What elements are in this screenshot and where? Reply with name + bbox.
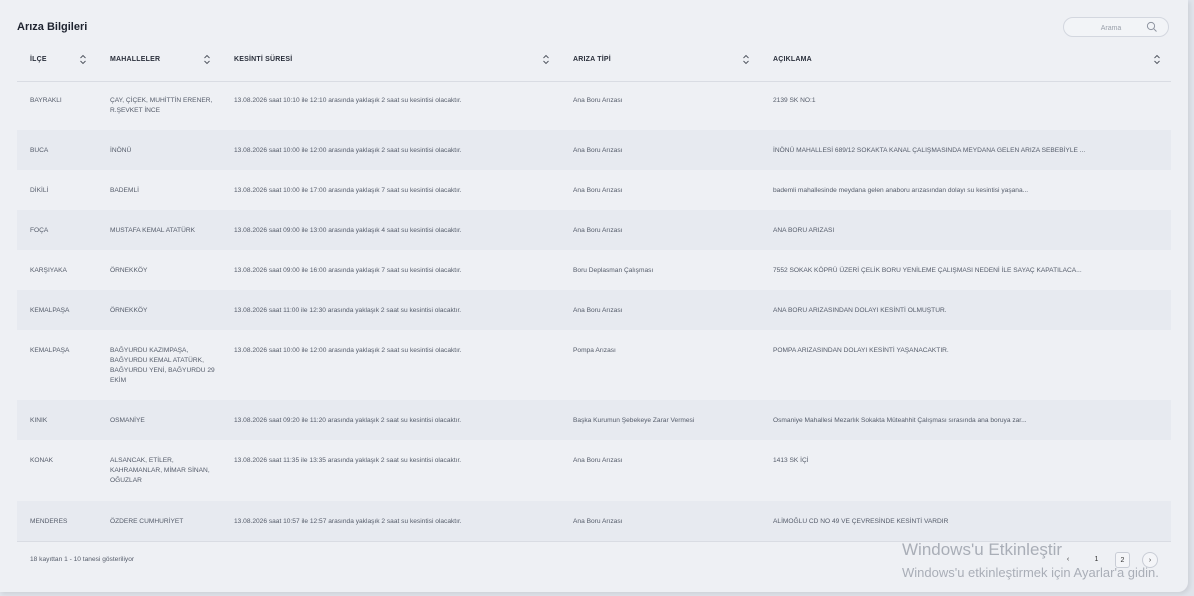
cell-ilce: KEMALPAŞA [30,307,70,314]
column-header-ariza-tipi[interactable]: ARIZA TİPİ [573,56,611,63]
cell-mahalleler: ALSANCAK, ETİLER, KAHRAMANLAR, MİMAR SİN… [110,457,210,484]
column-header-mahalleler[interactable]: MAHALLELER [110,56,160,63]
table-row[interactable]: FOÇA MUSTAFA KEMAL ATATÜRK 13.08.2026 sa… [17,210,1171,250]
activation-watermark-text: Windows'u etkinleştirmek için Ayarlar'a … [902,565,1159,580]
cell-ilce: KONAK [30,457,54,464]
table-row[interactable]: MENDERES ÖZDERE CUMHURİYET 13.08.2026 sa… [17,501,1171,542]
cell-aciklama: İNÖNÜ MAHALLESİ 689/12 SOKAKTA KANAL ÇAL… [773,147,1086,154]
cell-ariza-tipi: Pompa Arızası [573,347,616,354]
cell-kesinti-suresi: 13.08.2026 saat 10:10 ile 12:10 arasında… [234,97,462,104]
sort-icon[interactable] [203,54,211,65]
cell-mahalleler: BAĞYURDU KAZIMPAŞA, BAĞYURDU KEMAL ATATÜ… [110,347,215,384]
cell-aciklama: 2139 SK NO:1 [773,97,816,104]
cell-kesinti-suresi: 13.08.2026 saat 11:35 ile 13:35 arasında… [234,457,462,464]
cell-ilce: DİKİLİ [30,187,49,194]
cell-ilce: FOÇA [30,227,49,234]
cell-ilce: KEMALPAŞA [30,347,70,354]
activation-watermark-title: Windows'u Etkinleştir [902,540,1063,559]
cell-ariza-tipi: Ana Boru Arızası [573,307,623,314]
cell-kesinti-suresi: 13.08.2026 saat 10:00 ile 12:00 arasında… [234,147,462,154]
sort-icon[interactable] [742,54,750,65]
cell-kesinti-suresi: 13.08.2026 saat 09:00 ile 16:00 arasında… [234,267,462,274]
cell-aciklama: 1413 SK İÇİ [773,457,809,464]
table-row[interactable]: KEMALPAŞA ÖRNEKKÖY 13.08.2026 saat 11:00… [17,290,1171,330]
search-box[interactable] [1063,17,1169,37]
cell-mahalleler: ÇAY, ÇİÇEK, MUHİTTİN ERENER, R.ŞEVKET İN… [110,97,213,114]
sort-icon[interactable] [542,54,550,65]
cell-mahalleler: İNÖNÜ [110,147,132,154]
table-row[interactable]: KINIK OSMANİYE 13.08.2026 saat 09:20 ile… [17,400,1171,440]
cell-kesinti-suresi: 13.08.2026 saat 10:57 ile 12:57 arasında… [234,518,462,525]
cell-ariza-tipi: Başka Kurumun Şebekeye Zarar Vermesi [573,417,695,424]
cell-ilce: BUCA [30,147,49,154]
pagination-summary: 18 kayıttan 1 - 10 tanesi gösteriliyor [30,556,135,563]
cell-mahalleler: ÖRNEKKÖY [110,307,148,314]
cell-ariza-tipi: Ana Boru Arızası [573,457,623,464]
column-header-ilce[interactable]: İLÇE [30,56,47,63]
cell-aciklama: ANA BORU ARIZASI [773,227,835,234]
cell-aciklama: ALİMOĞLU CD NO 49 VE ÇEVRESİNDE KESİNTİ … [773,518,949,525]
search-input[interactable] [1074,21,1148,35]
cell-mahalleler: ÖZDERE CUMHURİYET [110,518,184,525]
table-row[interactable]: DİKİLİ BADEMLİ 13.08.2026 saat 10:00 ile… [17,170,1171,210]
fault-info-panel: Arıza Bilgileri İLÇE MAHALLELER KESİNTİ … [0,0,1188,592]
cell-aciklama: ANA BORU ARIZASINDAN DOLAYI KESİNTİ OLMU… [773,307,947,314]
table-row[interactable]: KEMALPAŞA BAĞYURDU KAZIMPAŞA, BAĞYURDU K… [17,330,1171,400]
table-header: İLÇE MAHALLELER KESİNTİ SÜRESİ ARIZA TİP… [17,48,1171,82]
table-row[interactable]: KONAK ALSANCAK, ETİLER, KAHRAMANLAR, MİM… [17,440,1171,501]
cell-kesinti-suresi: 13.08.2026 saat 10:00 ile 17:00 arasında… [234,187,462,194]
cell-mahalleler: BADEMLİ [110,187,139,194]
cell-aciklama: 7552 SOKAK KÖPRÜ ÜZERİ ÇELİK BORU YENİLE… [773,267,1082,274]
table-row[interactable]: KARŞIYAKA ÖRNEKKÖY 13.08.2026 saat 09:00… [17,250,1171,290]
cell-ariza-tipi: Ana Boru Arızası [573,187,623,194]
cell-mahalleler: ÖRNEKKÖY [110,267,148,274]
cell-ariza-tipi: Boru Deplasman Çalışması [573,267,654,274]
cell-ilce: KINIK [30,417,48,424]
cell-ilce: MENDERES [30,518,68,525]
page-title: Arıza Bilgileri [17,21,88,33]
cell-ariza-tipi: Ana Boru Arızası [573,227,623,234]
cell-aciklama: bademli mahallesinde meydana gelen anabo… [773,187,1029,194]
cell-ilce: BAYRAKLI [30,97,62,104]
cell-aciklama: Osmaniye Mahallesi Mezarlık Sokakta Müte… [773,417,1027,424]
sort-icon[interactable] [1153,54,1161,65]
table-row[interactable]: BUCA İNÖNÜ 13.08.2026 saat 10:00 ile 12:… [17,130,1171,170]
cell-kesinti-suresi: 13.08.2026 saat 09:00 ile 13:00 arasında… [234,227,462,234]
column-header-kesinti-suresi[interactable]: KESİNTİ SÜRESİ [234,56,292,63]
cell-ariza-tipi: Ana Boru Arızası [573,147,623,154]
sort-icon[interactable] [79,54,87,65]
cell-kesinti-suresi: 13.08.2026 saat 11:00 ile 12:30 arasında… [234,307,462,314]
cell-ariza-tipi: Ana Boru Arızası [573,97,623,104]
cell-ariza-tipi: Ana Boru Arızası [573,518,623,525]
cell-mahalleler: OSMANİYE [110,417,145,424]
column-header-aciklama[interactable]: AÇIKLAMA [773,56,812,63]
cell-kesinti-suresi: 13.08.2026 saat 09:20 ile 11:20 arasında… [234,417,462,424]
cell-mahalleler: MUSTAFA KEMAL ATATÜRK [110,227,195,234]
table-row[interactable]: BAYRAKLI ÇAY, ÇİÇEK, MUHİTTİN ERENER, R.… [17,81,1171,130]
search-icon[interactable] [1146,21,1158,33]
cell-kesinti-suresi: 13.08.2026 saat 10:00 ile 12:00 arasında… [234,347,462,354]
cell-ilce: KARŞIYAKA [30,267,67,274]
cell-aciklama: POMPA ARIZASINDAN DOLAYI KESİNTİ YAŞANAC… [773,347,949,354]
